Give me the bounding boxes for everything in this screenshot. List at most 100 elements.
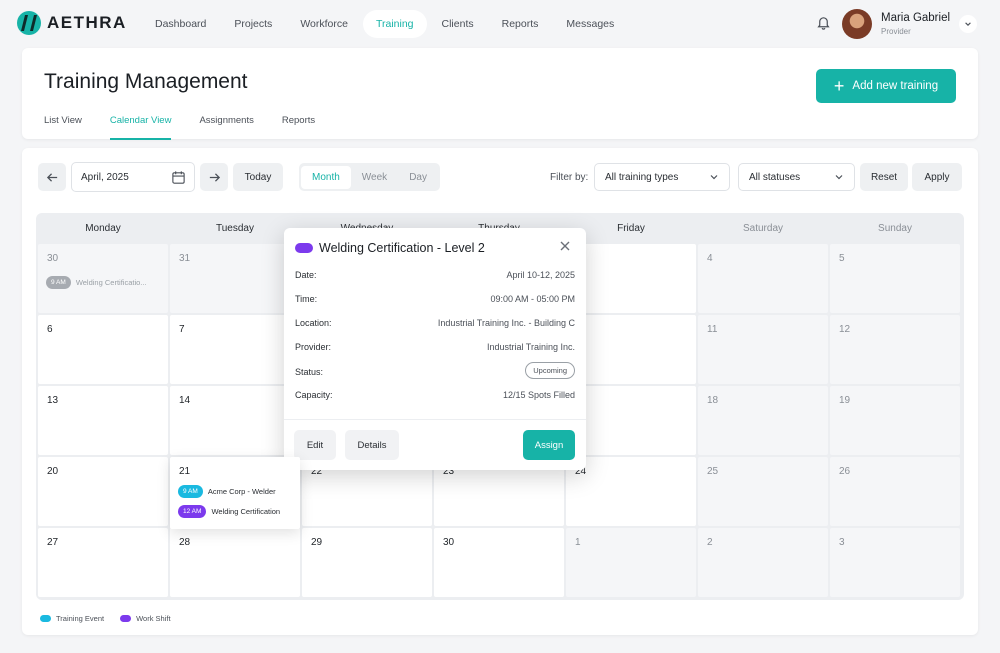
nav-training[interactable]: Training: [362, 10, 427, 38]
calendar-day-cell[interactable]: 21 9 AM Acme Corp - Welder 12 AM Welding Cer…: [170, 457, 300, 529]
popover-title: Welding Certification - Level 2: [319, 241, 485, 255]
chevron-down-icon: [710, 175, 718, 180]
day-number: 11: [707, 324, 718, 335]
arrow-left-icon: [46, 172, 57, 182]
day-number: 12: [839, 324, 851, 335]
detail-row-provider: Provider: Industrial Training Inc.: [295, 342, 575, 352]
calendar-event[interactable]: 9 AM Welding Certificatio...: [46, 276, 147, 289]
calendar-day-cell[interactable]: 27: [38, 528, 168, 597]
calendar-day-cell[interactable]: 14: [170, 386, 300, 455]
calendar-day-cell[interactable]: 13: [38, 386, 168, 455]
edit-button[interactable]: Edit: [294, 430, 336, 460]
day-number: 26: [839, 466, 851, 477]
view-day-button[interactable]: Day: [398, 166, 438, 189]
detail-label: Capacity:: [295, 390, 333, 400]
plus-icon: +: [833, 76, 845, 96]
status-value: All statuses: [749, 171, 801, 183]
training-type-select[interactable]: All training types: [594, 163, 730, 191]
detail-label: Location:: [295, 318, 332, 328]
avatar[interactable]: [842, 9, 872, 39]
calendar-day-cell[interactable]: 6: [38, 315, 168, 384]
calendar-day-cell[interactable]: 30: [434, 528, 564, 597]
training-event-swatch: [40, 615, 51, 622]
day-number: 21: [179, 466, 191, 477]
event-title: Acme Corp - Welder: [207, 487, 276, 496]
detail-value: 12/15 Spots Filled: [502, 390, 575, 400]
user-role: Provider: [881, 27, 911, 36]
calendar-day-cell[interactable]: 4: [698, 244, 828, 313]
app-name: AETHRA: [47, 13, 127, 32]
nav-clients[interactable]: Clients: [429, 10, 487, 38]
view-month-button[interactable]: Month: [301, 165, 351, 189]
view-week-button[interactable]: Week: [351, 166, 398, 189]
month-picker-value: April, 2025: [81, 171, 129, 183]
day-number: 1: [575, 537, 581, 548]
calendar-day-cell[interactable]: 12: [830, 315, 960, 384]
status-badge: Upcoming: [525, 362, 575, 379]
calendar-day-cell[interactable]: 2: [698, 528, 828, 597]
nav-reports[interactable]: Reports: [489, 10, 552, 38]
month-picker[interactable]: April, 2025: [71, 162, 195, 192]
calendar-day-cell[interactable]: 19: [830, 386, 960, 455]
day-number: 28: [179, 537, 191, 548]
add-training-button[interactable]: + Add new training: [816, 69, 956, 103]
calendar-day-cell[interactable]: 25: [698, 457, 828, 526]
day-number: 27: [47, 537, 59, 548]
chevron-down-icon: [965, 22, 971, 26]
day-number: 6: [47, 324, 53, 335]
tab-assignments[interactable]: Assignments: [199, 115, 253, 140]
calendar-day-cell[interactable]: 26: [830, 457, 960, 526]
close-icon[interactable]: [558, 239, 572, 253]
day-number: 19: [839, 395, 851, 406]
calendar-day-cell[interactable]: 5: [830, 244, 960, 313]
prev-month-button[interactable]: [38, 163, 66, 191]
divider: [284, 419, 586, 420]
detail-row-location: Location: Industrial Training Inc. - Bui…: [295, 318, 575, 328]
day-number: 7: [179, 324, 185, 335]
user-menu-button[interactable]: [959, 15, 977, 33]
calendar-event[interactable]: 9 AM Acme Corp - Welder: [178, 485, 276, 498]
calendar-day-cell[interactable]: 20: [38, 457, 168, 526]
day-number: 29: [311, 537, 323, 548]
weekday-header: Sunday: [878, 223, 912, 234]
calendar-day-cell[interactable]: 24: [566, 457, 696, 526]
calendar-day-cell[interactable]: 30 9 AM Welding Certificatio...: [38, 244, 168, 313]
calendar-day-cell[interactable]: 28: [170, 528, 300, 597]
app-logo[interactable]: AETHRA: [17, 11, 127, 35]
nav-projects[interactable]: Projects: [221, 10, 285, 38]
details-button[interactable]: Details: [345, 430, 399, 460]
calendar-day-cell[interactable]: 29: [302, 528, 432, 597]
main-nav: Dashboard Projects Workforce Training Cl…: [142, 10, 629, 38]
tab-calendar-view[interactable]: Calendar View: [109, 115, 172, 140]
calendar-day-cell[interactable]: 3: [830, 528, 960, 597]
calendar-day-cell[interactable]: 1: [566, 528, 696, 597]
today-button[interactable]: Today: [233, 163, 283, 191]
day-number: 30: [443, 537, 455, 548]
calendar-day-cell[interactable]: 11: [698, 315, 828, 384]
nav-workforce[interactable]: Workforce: [287, 10, 361, 38]
status-select[interactable]: All statuses: [738, 163, 855, 191]
filter-label: Filter by:: [550, 171, 589, 183]
work-shift-swatch: [295, 243, 313, 253]
day-number: 30: [47, 253, 59, 264]
legend-label: Training Event: [56, 614, 105, 623]
calendar-day-cell[interactable]: 31: [170, 244, 300, 313]
nav-messages[interactable]: Messages: [553, 10, 627, 38]
bell-icon[interactable]: [816, 15, 831, 30]
view-switcher: Month Week Day: [299, 163, 440, 191]
detail-value: Industrial Training Inc.: [486, 342, 575, 352]
reset-button[interactable]: Reset: [860, 163, 908, 191]
top-nav-bar: AETHRA Dashboard Projects Workforce Trai…: [0, 0, 1000, 48]
calendar-day-cell[interactable]: 7: [170, 315, 300, 384]
apply-button[interactable]: Apply: [912, 163, 962, 191]
tab-list-view[interactable]: List View: [44, 115, 82, 140]
tab-reports[interactable]: Reports: [282, 115, 315, 140]
nav-dashboard[interactable]: Dashboard: [142, 10, 219, 38]
assign-button[interactable]: Assign: [523, 430, 575, 460]
day-number: 5: [839, 253, 845, 264]
detail-label: Provider:: [295, 342, 332, 352]
arrow-right-icon: [209, 172, 220, 182]
next-month-button[interactable]: [200, 163, 228, 191]
calendar-event[interactable]: 12 AM Welding Certification: [178, 505, 280, 518]
calendar-day-cell[interactable]: 18: [698, 386, 828, 455]
